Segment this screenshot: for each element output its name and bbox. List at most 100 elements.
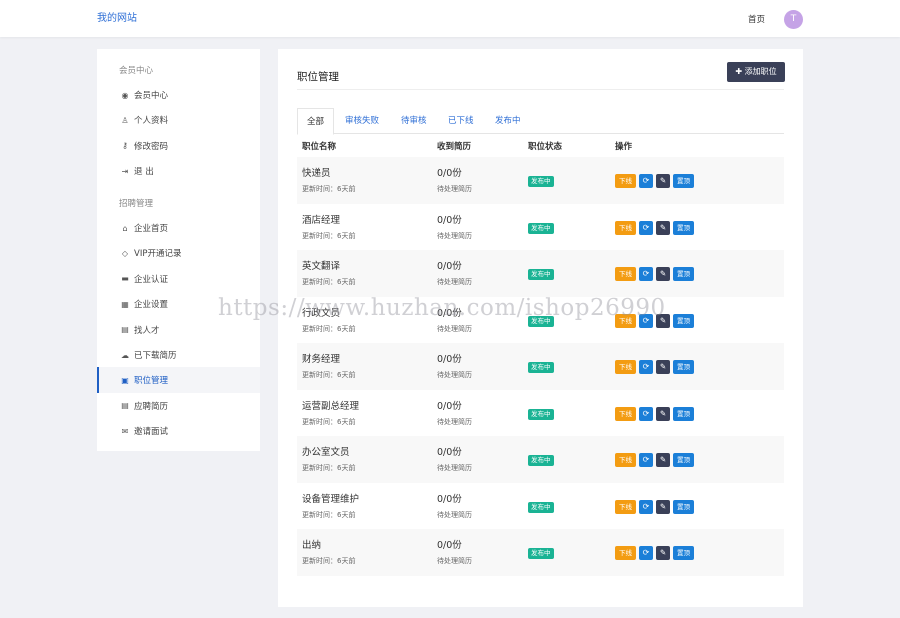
cloud-download-icon: ☁	[121, 350, 129, 360]
col-job-name: 职位名称	[302, 142, 337, 152]
edit-icon[interactable]: ✎	[656, 406, 670, 421]
update-time: 更新时间：6天前	[302, 510, 356, 519]
job-name[interactable]: 出纳	[302, 537, 321, 551]
pending-resumes-link[interactable]: 待处理简历	[437, 370, 472, 380]
sidebar-item-label: 找人才	[134, 325, 160, 336]
pending-resumes-link[interactable]: 待处理简历	[437, 231, 472, 241]
pending-resumes-link[interactable]: 待处理简历	[437, 277, 472, 287]
tab-published[interactable]: 发布中	[495, 108, 521, 134]
offline-button[interactable]: 下线	[615, 174, 636, 188]
pin-top-button[interactable]: 置顶	[673, 360, 694, 374]
key-icon: ⚷	[122, 141, 128, 151]
sidebar-item-recruit-5[interactable]: ☁ 已下载简历	[97, 342, 260, 368]
resume-count: 0/0份	[437, 261, 462, 272]
sign-out-icon: ⇥	[121, 166, 129, 176]
offline-button[interactable]: 下线	[615, 546, 636, 560]
refresh-icon[interactable]: ⟳	[639, 499, 653, 514]
id-card-icon: ▬	[121, 274, 129, 284]
job-name[interactable]: 设备管理维护	[302, 491, 359, 505]
job-name[interactable]: 酒店经理	[302, 212, 340, 226]
sidebar-item-member-1[interactable]: ♙ 个人资料	[97, 107, 260, 133]
update-time: 更新时间：6天前	[302, 278, 356, 286]
offline-button[interactable]: 下线	[615, 406, 636, 421]
pin-top-button[interactable]: 置顶	[673, 267, 694, 281]
status-badge: 发布中	[528, 176, 554, 187]
job-name[interactable]: 运营副总经理	[302, 398, 359, 412]
pin-top-button[interactable]: 置顶	[673, 174, 694, 188]
offline-button[interactable]: 下线	[615, 499, 636, 514]
sidebar-item-recruit-8[interactable]: ✉ 邀请面试	[97, 418, 260, 444]
pin-top-button[interactable]: 置顶	[673, 546, 694, 560]
sidebar-item-label: 会员中心	[134, 91, 169, 101]
edit-icon[interactable]: ✎	[656, 174, 670, 188]
add-job-button[interactable]: ✚ 添加职位	[727, 62, 785, 82]
offline-button[interactable]: 下线	[615, 220, 636, 235]
sidebar-item-label: 职位管理	[134, 376, 169, 387]
refresh-icon[interactable]: ⟳	[639, 360, 653, 374]
pin-top-button[interactable]: 置顶	[673, 313, 694, 328]
refresh-icon[interactable]: ⟳	[639, 174, 653, 188]
site-logo[interactable]: 我的网站	[97, 9, 137, 24]
edit-icon[interactable]: ✎	[656, 267, 670, 281]
page-title: 职位管理	[297, 71, 339, 83]
sidebar-item-label: 个人资料	[134, 116, 169, 127]
tab-offline[interactable]: 已下线	[448, 108, 474, 134]
refresh-icon[interactable]: ⟳	[639, 406, 653, 421]
job-name[interactable]: 快递员	[302, 165, 331, 179]
sidebar-item-member-3[interactable]: ⇥ 退 出	[97, 158, 260, 184]
pending-resumes-link[interactable]: 待处理简历	[437, 417, 472, 427]
sidebar-item-recruit-0[interactable]: ⌂ 企业首页	[97, 215, 260, 241]
col-actions: 操作	[615, 142, 633, 152]
pin-top-button[interactable]: 置顶	[673, 220, 694, 235]
refresh-icon[interactable]: ⟳	[639, 220, 653, 235]
add-job-label: 添加职位	[744, 67, 777, 76]
refresh-icon[interactable]: ⟳	[639, 546, 653, 560]
pending-resumes-link[interactable]: 待处理简历	[437, 556, 472, 566]
offline-button[interactable]: 下线	[615, 360, 636, 374]
sidebar-item-label: 企业认证	[134, 274, 169, 285]
sidebar-heading-recruit: 招聘管理	[119, 199, 154, 209]
resume-count: 0/0份	[437, 540, 462, 551]
refresh-icon[interactable]: ⟳	[639, 453, 653, 467]
offline-button[interactable]: 下线	[615, 453, 636, 467]
resume-count: 0/0份	[437, 400, 462, 412]
offline-button[interactable]: 下线	[615, 267, 636, 281]
tab-rejected[interactable]: 审核失败	[345, 108, 379, 134]
row-actions: 下线 ⟳ ✎ 置顶	[615, 174, 694, 188]
pending-resumes-link[interactable]: 待处理简历	[437, 510, 472, 520]
pending-resumes-link[interactable]: 待处理简历	[437, 324, 472, 334]
sidebar-item-recruit-6[interactable]: ▣ 职位管理	[97, 367, 260, 394]
row-actions: 下线 ⟳ ✎ 置顶	[615, 499, 694, 514]
sidebar-item-recruit-2[interactable]: ▬ 企业认证	[97, 266, 260, 292]
update-time: 更新时间：6天前	[302, 371, 356, 379]
home-link[interactable]: 首页	[748, 13, 765, 25]
job-name[interactable]: 财务经理	[302, 351, 340, 365]
status-badge: 发布中	[528, 501, 554, 513]
sidebar-item-recruit-1[interactable]: ◇ VIP开通记录	[97, 240, 260, 266]
pin-top-button[interactable]: 置顶	[673, 453, 694, 467]
row-actions: 下线 ⟳ ✎ 置顶	[615, 453, 694, 467]
edit-icon[interactable]: ✎	[656, 453, 670, 467]
sidebar-item-recruit-7[interactable]: ▤ 应聘简历	[97, 393, 260, 419]
table-row: 财务经理 更新时间：6天前 0/0份 待处理简历 发布中 下线 ⟳ ✎ 置顶	[297, 343, 784, 390]
job-name[interactable]: 办公室文员	[302, 444, 350, 458]
sidebar-item-member-2[interactable]: ⚷ 修改密码	[97, 133, 260, 159]
edit-icon[interactable]: ✎	[656, 360, 670, 374]
pending-resumes-link[interactable]: 待处理简历	[437, 184, 472, 194]
pending-resumes-link[interactable]: 待处理简历	[437, 463, 472, 473]
avatar[interactable]: T	[784, 10, 803, 29]
update-time: 更新时间：6天前	[302, 464, 356, 472]
refresh-icon[interactable]: ⟳	[639, 267, 653, 281]
sidebar-item-member-0[interactable]: ◉ 会员中心	[97, 82, 260, 108]
pin-top-button[interactable]: 置顶	[673, 406, 694, 421]
edit-icon[interactable]: ✎	[656, 220, 670, 235]
pin-top-button[interactable]: 置顶	[673, 499, 694, 514]
tab-all[interactable]: 全部	[297, 108, 335, 135]
job-name[interactable]: 英文翻译	[302, 258, 340, 272]
edit-icon[interactable]: ✎	[656, 546, 670, 560]
tab-pending[interactable]: 待审核	[401, 108, 427, 134]
sidebar-item-label: VIP开通记录	[134, 249, 182, 260]
edit-icon[interactable]: ✎	[656, 499, 670, 514]
resume-count: 0/0份	[437, 354, 462, 365]
table-row: 英文翻译 更新时间：6天前 0/0份 待处理简历 发布中 下线 ⟳ ✎ 置顶	[297, 250, 784, 297]
